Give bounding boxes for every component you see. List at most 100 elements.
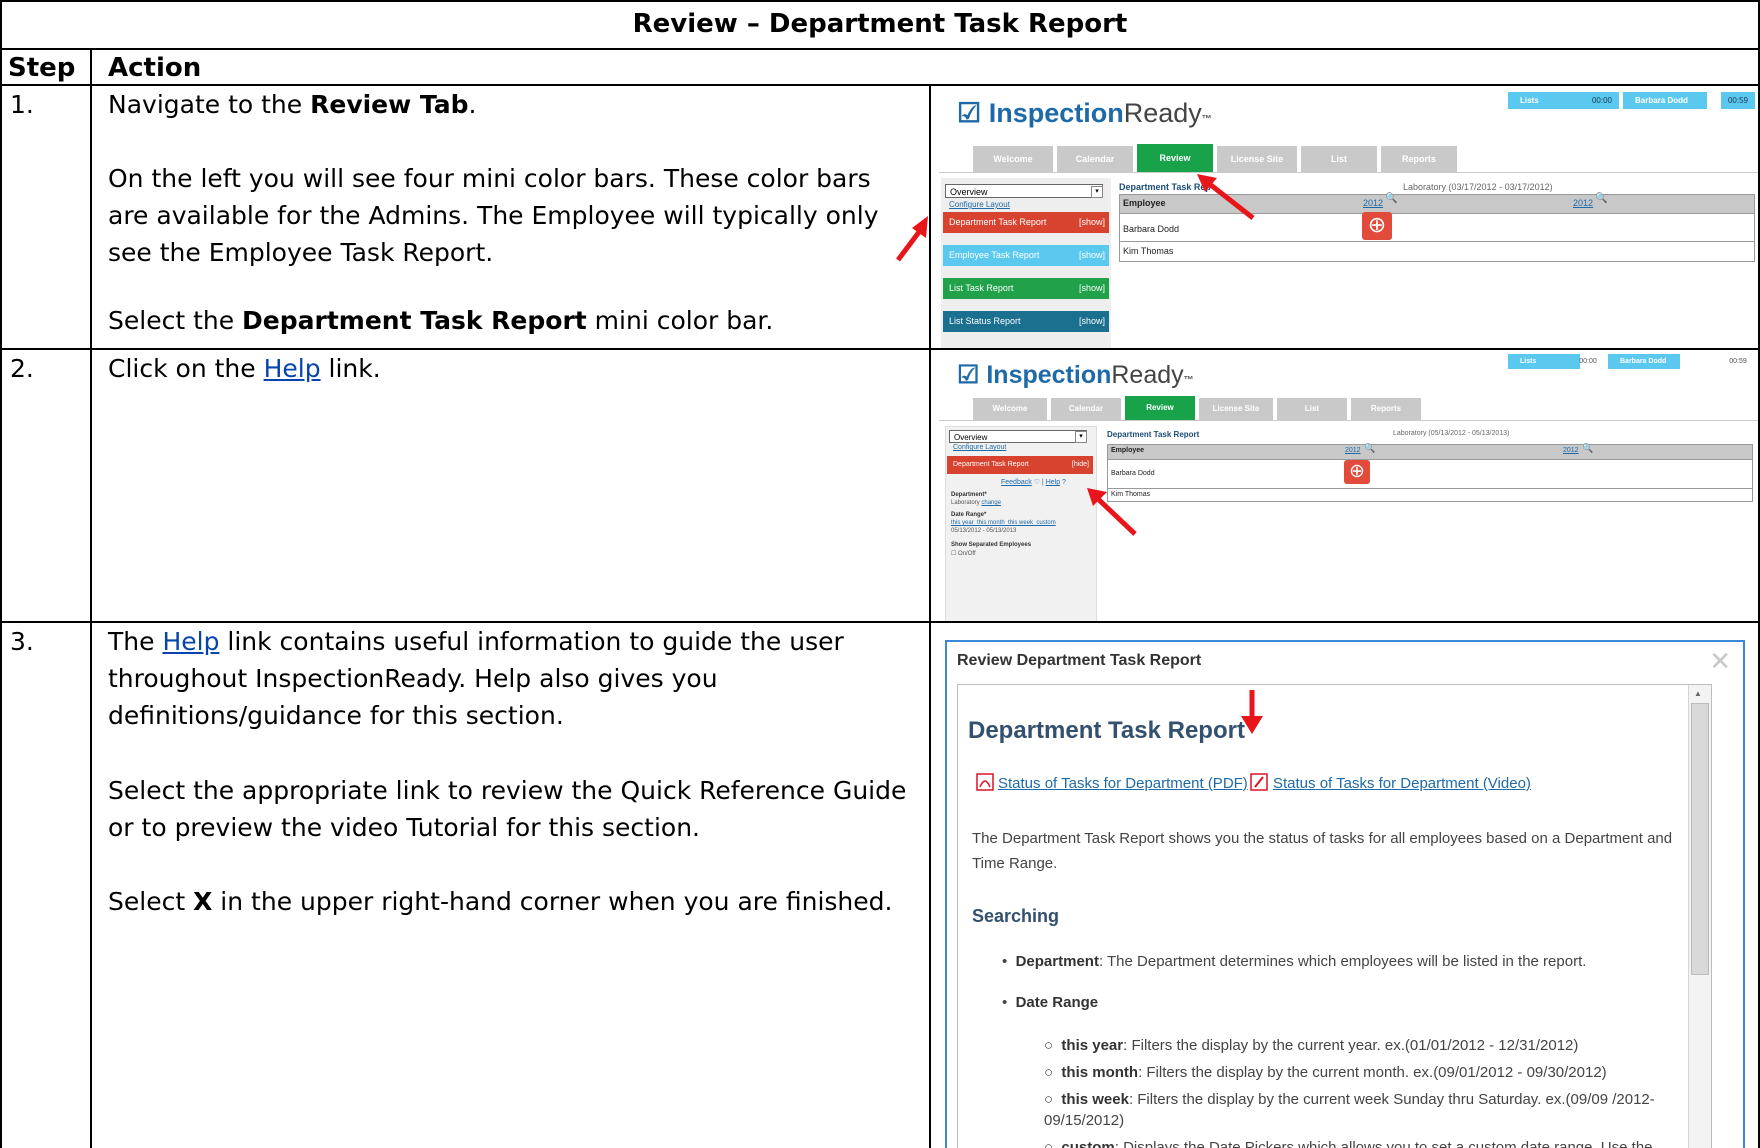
- onoff-checkbox[interactable]: ☐ On/Off: [951, 550, 976, 557]
- scroll-thumb[interactable]: [1691, 703, 1709, 975]
- employee-name: Barbara Dodd: [1123, 224, 1180, 234]
- tab-calendar[interactable]: Calendar: [1057, 146, 1133, 172]
- user-name[interactable]: Barbara Dodd: [1608, 354, 1680, 369]
- bar-department-task-report[interactable]: Department Task Report [hide]: [947, 456, 1093, 474]
- bar-employee-task-report[interactable]: Employee Task Report [show]: [943, 245, 1109, 266]
- configure-layout-link[interactable]: Configure Layout: [949, 200, 1010, 209]
- overview-select[interactable]: Overview: [945, 184, 1103, 198]
- timer: 00:00: [1585, 92, 1619, 109]
- tab-list[interactable]: List: [1277, 398, 1347, 420]
- table-header: [1107, 444, 1753, 460]
- red-arrow-icon: [1197, 174, 1255, 220]
- tab-welcome[interactable]: Welcome: [973, 146, 1053, 172]
- tab-license-site[interactable]: License Site: [1217, 146, 1297, 172]
- year-link[interactable]: 2012: [1345, 447, 1361, 454]
- tab-calendar[interactable]: Calendar: [1051, 398, 1121, 420]
- tab-divider: [939, 172, 1758, 173]
- step-number: 3.: [10, 627, 34, 656]
- tab-welcome[interactable]: Welcome: [973, 398, 1047, 420]
- employee-column-header: Employee: [1111, 447, 1145, 454]
- employee-name: Barbara Dodd: [1111, 470, 1155, 477]
- feedback-link[interactable]: Feedback ♡ | Help ?: [1001, 478, 1066, 486]
- search-icon: 🔍: [1385, 193, 1398, 204]
- chevron-down-icon: ▾: [1091, 186, 1103, 198]
- scrollbar[interactable]: ▲: [1688, 685, 1711, 1148]
- instruction-text: Select the appropriate link to review th…: [108, 776, 907, 842]
- search-icon: 🔍: [1364, 443, 1376, 453]
- session-timer: 00:59: [1729, 358, 1747, 365]
- date-range-value: 05/13/2012 - 05/13/2013: [951, 528, 1017, 534]
- report-title: Department Task Report: [1107, 430, 1200, 439]
- user-name[interactable]: Barbara Dodd: [1623, 92, 1707, 109]
- instruction-text: Select the Department Task Report mini c…: [108, 306, 774, 335]
- tab-reports[interactable]: Reports: [1381, 146, 1457, 172]
- dialog-title: Review Department Task Report: [957, 652, 1202, 669]
- year-link[interactable]: 2012: [1563, 447, 1579, 454]
- department-label: Department*: [951, 492, 987, 498]
- scroll-up-icon[interactable]: ▲: [1694, 689, 1702, 698]
- tab-reports[interactable]: Reports: [1351, 398, 1421, 420]
- table-body: [1107, 460, 1753, 502]
- instruction-text: The Help link contains useful informatio…: [108, 627, 844, 730]
- step-number: 1.: [10, 90, 34, 119]
- tab-review[interactable]: Review: [1125, 396, 1195, 420]
- tab-license-site[interactable]: License Site: [1199, 398, 1273, 420]
- help-link[interactable]: Help: [1046, 479, 1060, 486]
- row-divider: [1119, 241, 1755, 242]
- overview-select[interactable]: Overview: [949, 430, 1087, 443]
- step-number: 2.: [10, 354, 34, 383]
- help-link[interactable]: Help: [264, 354, 321, 383]
- video-tutorial-link[interactable]: Status of Tasks for Department (Video): [1273, 775, 1531, 792]
- zoom-in-icon[interactable]: ⊕: [1362, 212, 1392, 240]
- date-range-label: Date Range*: [951, 512, 987, 518]
- list-item: • Date Range: [1002, 994, 1099, 1011]
- red-arrow-icon: [896, 216, 928, 262]
- help-heading: Department Task Report: [968, 717, 1245, 744]
- chevron-down-icon: ▾: [1075, 431, 1087, 443]
- instruction-text: On the left you will see four mini color…: [108, 164, 879, 267]
- searching-heading: Searching: [972, 906, 1060, 926]
- lists-button[interactable]: Lists: [1508, 92, 1592, 109]
- report-range: Laboratory (03/17/2012 - 03/17/2012): [1403, 182, 1553, 192]
- list-item: ○ this week: Filters the display by the …: [1044, 1091, 1655, 1129]
- instruction-text: Click on the Help link.: [108, 354, 381, 383]
- close-icon[interactable]: ✕: [1709, 646, 1731, 677]
- document-title: Review – Department Task Report: [632, 9, 1128, 39]
- tab-list[interactable]: List: [1301, 146, 1377, 172]
- year-link[interactable]: 2012: [1363, 198, 1383, 208]
- video-icon: [1250, 773, 1268, 791]
- employee-name: Kim Thomas: [1123, 246, 1174, 256]
- pdf-guide-link[interactable]: Status of Tasks for Department (PDF): [998, 775, 1248, 792]
- bar-list-status-report[interactable]: List Status Report [show]: [943, 311, 1109, 332]
- inspectionready-logo: ☑ InspectionReady™: [957, 361, 1194, 389]
- help-intro: The Department Task Report shows you the…: [972, 830, 1673, 872]
- step-column-header: Step: [8, 53, 76, 83]
- instruction-text: Navigate to the Review Tab.: [108, 90, 477, 119]
- red-arrow-icon: [1087, 488, 1137, 536]
- bar-list-task-report[interactable]: List Task Report [show]: [943, 278, 1109, 299]
- screenshot-review-tab: ☑ InspectionReady™ Lists 00:00 Barbara D…: [933, 86, 1758, 348]
- screenshot-help-link: ☑ InspectionReady™ Lists 00:00 Barbara D…: [933, 350, 1758, 621]
- bar-department-task-report[interactable]: Department Task Report [show]: [943, 212, 1109, 233]
- year-link[interactable]: 2012: [1573, 198, 1593, 208]
- instruction-text: Select X in the upper right-hand corner …: [108, 887, 893, 916]
- search-icon: 🔍: [1595, 193, 1608, 204]
- action-column-header: Action: [108, 53, 202, 83]
- tab-divider: [939, 420, 1758, 421]
- list-item: ○ custom: Displays the Date Pickers whic…: [1044, 1139, 1653, 1148]
- lists-button[interactable]: Lists: [1508, 354, 1580, 369]
- list-item: ○ this year: Filters the display by the …: [1044, 1037, 1579, 1054]
- department-value: Laboratory change: [951, 500, 1002, 506]
- help-link[interactable]: Help: [162, 627, 219, 656]
- zoom-in-icon[interactable]: ⊕: [1344, 460, 1370, 484]
- date-range-links[interactable]: this year this month this week custom: [951, 520, 1056, 526]
- configure-layout-link[interactable]: Configure Layout: [953, 444, 1006, 451]
- show-separated-label: Show Separated Employees: [951, 542, 1032, 548]
- tab-review[interactable]: Review: [1137, 144, 1213, 172]
- dialog-content: ▲ Department Task Report Status of Tasks…: [957, 684, 1712, 1148]
- timer: 00:00: [1579, 358, 1597, 365]
- search-icon: 🔍: [1582, 443, 1594, 453]
- list-item: • Department: The Department determines …: [1002, 953, 1587, 970]
- session-timer: 00:59: [1721, 92, 1755, 109]
- list-item: ○ this month: Filters the display by the…: [1044, 1064, 1607, 1081]
